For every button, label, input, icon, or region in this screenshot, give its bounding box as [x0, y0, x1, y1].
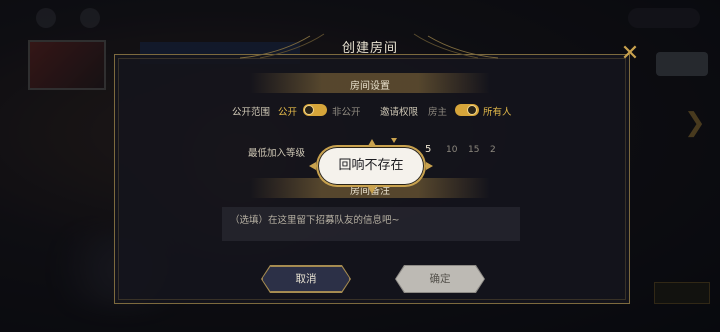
close-icon[interactable]: ✕ [619, 43, 641, 66]
visibility-public-option[interactable]: 公开 [278, 104, 297, 118]
toast-message: 回响不存在 [338, 158, 404, 173]
level-option-2[interactable]: 2 [490, 145, 496, 155]
toast-ornament [368, 187, 376, 194]
invite-label: 邀请权限 [380, 107, 419, 118]
toggle-knob [304, 105, 314, 115]
toast-ornament [426, 162, 433, 170]
visibility-label: 公开范围 [232, 107, 271, 118]
level-option-15[interactable]: 15 [468, 145, 479, 155]
cancel-button[interactable]: 取消 [262, 266, 350, 292]
visibility-toggle[interactable] [303, 104, 327, 116]
level-option-10[interactable]: 10 [446, 145, 457, 155]
visibility-private-option[interactable]: 非公开 [332, 104, 361, 118]
room-settings-title: 房间设置 [350, 81, 390, 92]
invite-owner-option[interactable]: 房主 [428, 104, 447, 118]
level-slider-marker[interactable] [391, 138, 397, 143]
toast-ornament [309, 162, 316, 170]
toggle-knob [467, 105, 477, 115]
confirm-button[interactable]: 确定 [396, 266, 484, 292]
dialog-title: 创建房间 [341, 41, 398, 56]
remarks-placeholder: （选填）在这里留下招募队友的信息吧~ [230, 215, 400, 226]
invite-toggle[interactable] [455, 104, 479, 116]
invite-everyone-option[interactable]: 所有人 [483, 104, 512, 118]
level-option-5[interactable]: 5 [425, 144, 431, 155]
min-level-label: 最低加入等级 [248, 148, 306, 159]
